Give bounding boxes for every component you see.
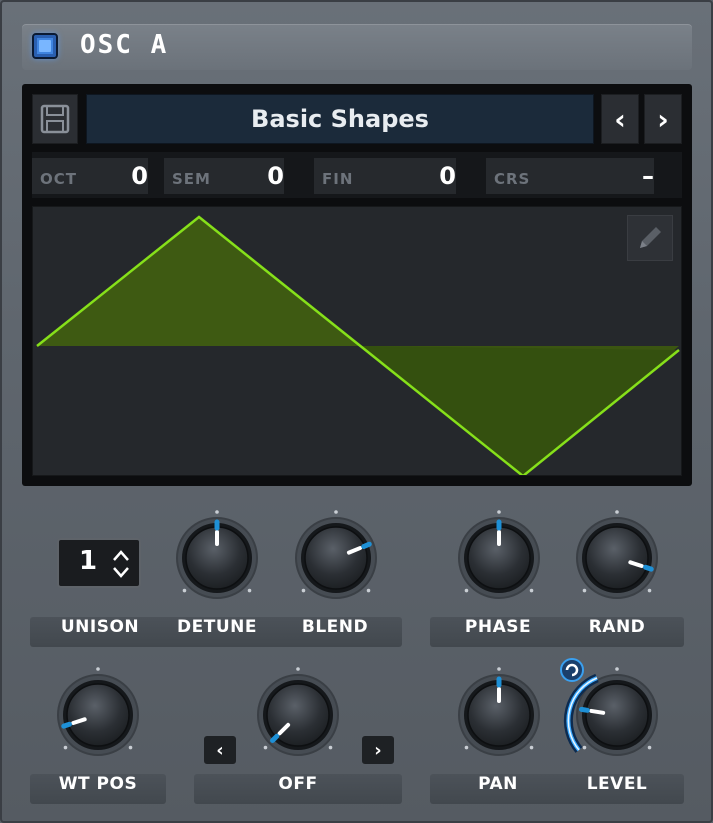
- wt-pos-knob[interactable]: [48, 665, 148, 765]
- warp-mode-label-bar[interactable]: OFF: [194, 774, 402, 804]
- blend-label: BLEND: [301, 617, 369, 637]
- pencil-icon: [640, 227, 661, 248]
- rand-label: RAND: [588, 617, 646, 637]
- tuning-row: OCT 0 SEM 0 FIN 0 CRS –: [32, 152, 682, 198]
- knob-value-indicator: [361, 541, 372, 550]
- knob-tick: [529, 745, 534, 750]
- warp-prev-button[interactable]: ‹: [204, 736, 236, 764]
- blend-knob[interactable]: [286, 508, 386, 608]
- level-modulation-arc: [563, 673, 599, 753]
- detune-knob[interactable]: [167, 508, 267, 608]
- pan-label-bar: PAN LEVEL: [430, 774, 684, 804]
- wavetable-name[interactable]: Basic Shapes: [86, 94, 594, 144]
- knob-tick: [464, 745, 469, 750]
- oscillator-panel: OSC A Basic Shapes ‹ › OCT 0 SEM 0 FIN 0: [0, 0, 713, 823]
- warp-next-button[interactable]: ›: [362, 736, 394, 764]
- warp-mode-label: OFF: [278, 774, 318, 794]
- unison-value: 1: [79, 546, 98, 576]
- fine-control[interactable]: FIN 0: [314, 158, 456, 194]
- osc-title: OSC A: [80, 30, 169, 60]
- knob-tick: [328, 745, 333, 750]
- fine-value: 0: [439, 162, 456, 190]
- prev-wavetable-button[interactable]: ‹: [601, 94, 639, 144]
- save-wavetable-button[interactable]: [32, 94, 78, 144]
- knob-tick: [647, 745, 652, 750]
- waveform-view[interactable]: [32, 206, 682, 476]
- knob-tick: [301, 588, 306, 593]
- level-label: LEVEL: [586, 774, 648, 794]
- knob-tick: [497, 667, 501, 671]
- knob-tick: [96, 667, 100, 671]
- waveform-fill-negative-lower: [362, 346, 679, 475]
- phase-knob[interactable]: [449, 508, 549, 608]
- waveform-plot: [36, 215, 680, 475]
- edit-wavetable-button[interactable]: [627, 215, 673, 261]
- knob-tick: [647, 588, 652, 593]
- pan-label: PAN: [478, 774, 518, 794]
- knob-body: [585, 526, 649, 590]
- semitone-value: 0: [267, 162, 284, 190]
- coarse-label: CRS: [494, 170, 531, 188]
- knob-tick: [529, 588, 534, 593]
- unison-label-bar: UNISON DETUNE BLEND: [30, 617, 402, 647]
- knob-tick: [215, 510, 219, 514]
- knob-tick: [366, 588, 371, 593]
- octave-control[interactable]: OCT 0: [32, 158, 148, 194]
- knob-tick: [615, 667, 619, 671]
- pan-knob[interactable]: [449, 665, 549, 765]
- knob-value-indicator: [643, 564, 654, 572]
- knob-tick: [247, 588, 252, 593]
- knob-tick: [334, 510, 338, 514]
- unison-stepper[interactable]: 1: [57, 538, 141, 588]
- knob-tick: [63, 745, 68, 750]
- osc-header: OSC A: [22, 24, 692, 70]
- knob-tick: [497, 510, 501, 514]
- phase-label-bar: PHASE RAND: [430, 617, 684, 647]
- knob-value-indicator: [61, 721, 72, 729]
- coarse-value: –: [642, 162, 654, 190]
- unison-label: UNISON: [60, 617, 140, 637]
- detune-label: DETUNE: [177, 617, 257, 637]
- wt-pos-label-bar: WT POS: [30, 774, 166, 804]
- rand-knob[interactable]: [567, 508, 667, 608]
- osc-enable-toggle[interactable]: [32, 33, 58, 59]
- knob-tick: [182, 588, 187, 593]
- knob-tick: [128, 745, 133, 750]
- wt-pos-label: WT POS: [58, 774, 138, 794]
- warp-knob[interactable]: [248, 665, 348, 765]
- stepper-arrows-icon: [113, 550, 129, 578]
- knob-tick: [582, 588, 587, 593]
- knob-tick: [296, 667, 300, 671]
- next-wavetable-button[interactable]: ›: [644, 94, 682, 144]
- knob-body: [304, 526, 368, 590]
- coarse-control[interactable]: CRS –: [486, 158, 654, 194]
- knob-value-indicator: [270, 733, 280, 743]
- wavetable-display: Basic Shapes ‹ › OCT 0 SEM 0 FIN 0 CRS –: [22, 84, 692, 486]
- knob-body: [66, 683, 130, 747]
- phase-label: PHASE: [464, 617, 532, 637]
- octave-value: 0: [131, 162, 148, 190]
- knob-tick: [464, 588, 469, 593]
- waveform-fill-positive: [37, 217, 362, 346]
- save-icon: [40, 104, 70, 134]
- knob-tick: [615, 510, 619, 514]
- semitone-control[interactable]: SEM 0: [164, 158, 284, 194]
- knob-tick: [263, 745, 268, 750]
